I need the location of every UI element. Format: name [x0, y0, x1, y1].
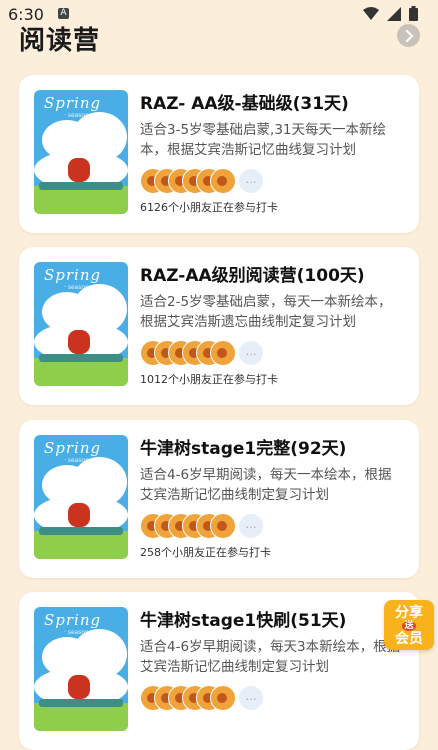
participant-avatars: …: [140, 513, 270, 539]
camp-title: 牛津树stage1完整(92天): [140, 439, 347, 459]
cover-title: Spring: [44, 94, 102, 112]
battery-icon: [409, 6, 418, 21]
camp-description: 适合4-6岁早期阅读，每天3本新绘本，根据艾宾浩斯记忆曲线制定复习计划: [140, 639, 401, 675]
page-title: 阅读营: [19, 26, 101, 56]
participant-count: 1012个小朋友正在参与打卡: [140, 373, 278, 386]
camp-cover-image: Spring · season ·: [34, 90, 128, 214]
camp-description: 适合2-5岁零基础启蒙，每天一本新绘本，根据艾宾浩斯遗忘曲线制定复习计划: [140, 294, 392, 330]
camp-title: RAZ-AA级别阅读营(100天): [140, 266, 365, 286]
status-icons: [363, 6, 418, 21]
cover-subtitle: · season ·: [64, 629, 93, 636]
signal-icon: [387, 6, 401, 21]
participant-avatars: …: [140, 168, 270, 194]
more-avatars-icon: …: [238, 513, 264, 539]
wifi-icon: [363, 6, 379, 20]
participant-avatars: …: [140, 340, 270, 366]
next-button[interactable]: [397, 24, 420, 47]
cover-subtitle: · season ·: [64, 284, 93, 291]
more-avatars-icon: …: [238, 685, 264, 711]
cover-title: Spring: [44, 439, 102, 457]
share-badge-line2: 会员: [395, 631, 423, 647]
camp-cover-image: Spring · season ·: [34, 435, 128, 559]
avatar: [210, 513, 236, 539]
more-avatars-icon: …: [238, 168, 264, 194]
camp-title: 牛津树stage1快刷(51天): [140, 611, 347, 631]
avatar: [210, 340, 236, 366]
participant-count: 258个小朋友正在参与打卡: [140, 546, 271, 559]
share-badge-line1: 分享: [395, 605, 423, 621]
cover-title: Spring: [44, 266, 102, 284]
cover-title: Spring: [44, 611, 102, 629]
cover-subtitle: · season ·: [64, 112, 93, 119]
app-notification-icon: A: [58, 8, 69, 19]
camp-description: 适合4-6岁早期阅读，每天一本绘本，根据艾宾浩斯记忆曲线制定复习计划: [140, 467, 392, 503]
camp-title: RAZ- AA级-基础级(31天): [140, 94, 349, 114]
more-avatars-icon: …: [238, 340, 264, 366]
avatar: [210, 168, 236, 194]
camp-cover-image: Spring · season ·: [34, 262, 128, 386]
camp-card[interactable]: Spring · season · RAZ-AA级别阅读营(100天) 适合2-…: [19, 247, 419, 405]
share-for-membership-button[interactable]: 分享 送 会员: [384, 600, 434, 650]
camp-cover-image: Spring · season ·: [34, 607, 128, 731]
avatar: [210, 685, 236, 711]
share-badge-middle: 送: [402, 621, 416, 631]
camp-card[interactable]: Spring · season · RAZ- AA级-基础级(31天) 适合3-…: [19, 75, 419, 233]
chevron-right-icon: [405, 29, 414, 42]
participant-avatars: …: [140, 685, 270, 711]
camp-description: 适合3-5岁零基础启蒙,31天每天一本新绘本，根据艾宾浩斯记忆曲线复习计划: [140, 122, 387, 158]
cover-subtitle: · season ·: [64, 457, 93, 464]
camp-card[interactable]: Spring · season · 牛津树stage1快刷(51天) 适合4-6…: [19, 592, 419, 750]
camp-card[interactable]: Spring · season · 牛津树stage1完整(92天) 适合4-6…: [19, 420, 419, 578]
participant-count: 6126个小朋友正在参与打卡: [140, 201, 278, 214]
